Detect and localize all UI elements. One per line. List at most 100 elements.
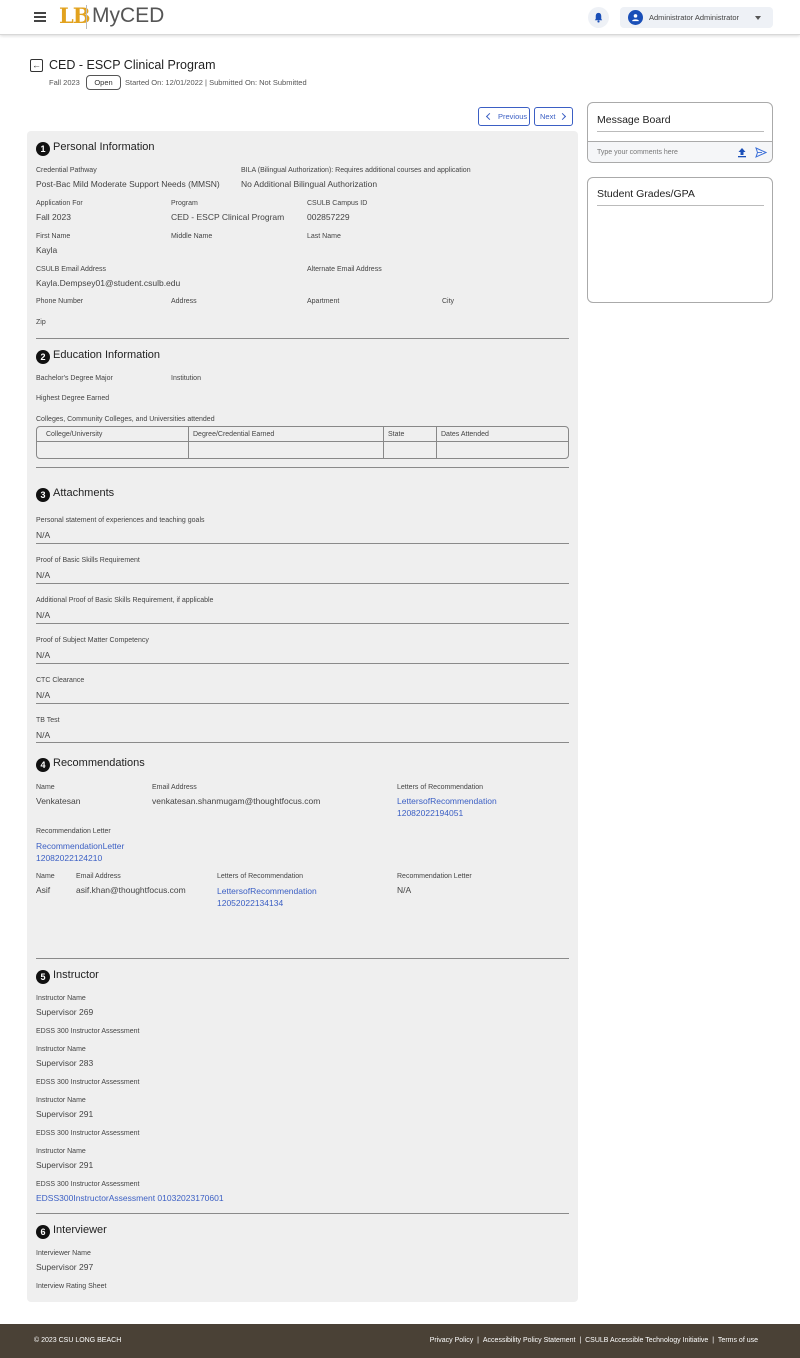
instructor-name: Supervisor 291 (36, 1160, 94, 1170)
user-menu[interactable]: Administrator Administrator (620, 7, 773, 28)
user-name: Administrator Administrator (649, 13, 740, 22)
title-underline (597, 205, 764, 206)
recommender-name: Asif (36, 885, 51, 895)
section-title: Interviewer (53, 1224, 107, 1236)
logo-divider (86, 5, 87, 29)
next-button[interactable]: Next (534, 107, 573, 126)
link-text[interactable]: RecommendationLetter (36, 841, 124, 851)
chevron-down-icon (755, 16, 761, 20)
middle-name-label: Middle Name (171, 233, 213, 240)
notification-bell-icon[interactable] (588, 7, 609, 28)
previous-button[interactable]: Previous (478, 107, 530, 126)
instructor-name-label: Instructor Name (36, 1046, 86, 1053)
attachment-label: TB Test (36, 717, 60, 724)
menu-icon[interactable] (34, 12, 46, 22)
link-text[interactable]: 12082022194051 (397, 808, 463, 818)
column-divider (436, 427, 437, 458)
attachment-value: N/A (36, 530, 51, 540)
comment-input[interactable]: Type your comments here (588, 141, 772, 162)
attachment-value: N/A (36, 570, 51, 580)
recommender-name-label: Name (36, 873, 55, 880)
degree-major-label: Bachelor's Degree Major (36, 375, 113, 382)
field-divider (36, 623, 569, 624)
assessment-label: EDSS 300 Instructor Assessment (36, 1028, 140, 1035)
field-divider (36, 742, 569, 743)
terms-of-use-link[interactable]: Terms of use (718, 1337, 758, 1344)
app-name[interactable]: MyCED (92, 4, 164, 28)
section-personal-information: 1 Personal Information (36, 141, 155, 156)
section-number: 2 (36, 350, 50, 364)
letters-of-recommendation-link[interactable]: LettersofRecommendation 12052022134134 (217, 885, 317, 909)
privacy-policy-link[interactable]: Privacy Policy (430, 1337, 474, 1344)
interviewer-name: Supervisor 297 (36, 1262, 94, 1272)
table-header-degree: Degree/Credential Earned (193, 431, 275, 438)
city-label: City (442, 298, 455, 305)
bila-value: No Additional Bilingual Authorization (241, 179, 378, 189)
accessible-technology-link[interactable]: CSULB Accessible Technology Initiative (585, 1337, 708, 1344)
section-title: Education Information (53, 349, 161, 361)
recommender-email-label: Email Address (76, 873, 121, 880)
recommender-email: venkatesan.shanmugam@thoughtfocus.com (152, 796, 321, 806)
section-number: 3 (36, 488, 50, 502)
comment-placeholder: Type your comments here (597, 149, 678, 156)
link-text[interactable]: 12082022124210 (36, 853, 102, 863)
upload-icon[interactable] (737, 147, 747, 158)
campus-id-value: 002857229 (307, 212, 350, 222)
attachment-label: Personal statement of experiences and te… (36, 517, 205, 524)
section-attachments: 3 Attachments (36, 487, 114, 502)
message-board-title: Message Board (597, 114, 671, 126)
rating-sheet-label: Interview Rating Sheet (36, 1283, 107, 1290)
table-header-college: College/University (46, 431, 103, 438)
assessment-link[interactable]: EDSS300InstructorAssessment 010320231706… (36, 1192, 224, 1204)
section-number: 5 (36, 970, 50, 984)
recommendation-letter-value: N/A (397, 885, 412, 895)
link-text[interactable]: LettersofRecommendation (217, 886, 317, 896)
section-number: 4 (36, 758, 50, 772)
program-value: CED - ESCP Clinical Program (171, 212, 285, 222)
institution-label: Institution (171, 375, 201, 382)
assessment-label: EDSS 300 Instructor Assessment (36, 1181, 140, 1188)
recommendation-letter-link[interactable]: RecommendationLetter 12082022124210 (36, 840, 124, 864)
letters-of-recommendation-label: Letters of Recommendation (397, 784, 483, 791)
link-text[interactable]: 12052022134134 (217, 898, 283, 908)
send-icon[interactable] (755, 147, 767, 158)
interviewer-name-label: Interviewer Name (36, 1250, 91, 1257)
accessibility-policy-link[interactable]: Accessibility Policy Statement (483, 1337, 576, 1344)
program-term: Fall 2023 (49, 78, 80, 87)
csulb-email-label: CSULB Email Address (36, 266, 107, 273)
letters-of-recommendation-link[interactable]: LettersofRecommendation 12082022194051 (397, 795, 497, 819)
first-name-value: Kayla (36, 245, 58, 255)
field-divider (36, 543, 569, 544)
attachment-label: CTC Clearance (36, 677, 85, 684)
attachment-label: Proof of Subject Matter Competency (36, 637, 149, 644)
recommendation-letter-label: Recommendation Letter (36, 828, 111, 835)
field-divider (36, 583, 569, 584)
section-divider (36, 958, 569, 959)
link-text[interactable]: LettersofRecommendation (397, 796, 497, 806)
instructor-name: Supervisor 269 (36, 1007, 94, 1017)
apartment-label: Apartment (307, 298, 340, 305)
application-for-value: Fall 2023 (36, 212, 71, 222)
page-title: CED - ESCP Clinical Program (49, 58, 216, 72)
credential-pathway-value: Post-Bac Mild Moderate Support Needs (MM… (36, 179, 220, 189)
instructor-name-label: Instructor Name (36, 1148, 86, 1155)
instructor-name: Supervisor 283 (36, 1058, 94, 1068)
grades-title: Student Grades/GPA (597, 188, 695, 200)
phone-label: Phone Number (36, 298, 84, 305)
lb-logo[interactable]: LB (59, 3, 91, 28)
section-title: Instructor (53, 969, 99, 981)
column-divider (383, 427, 384, 458)
recommender-name-label: Name (36, 784, 55, 791)
title-underline (597, 131, 764, 132)
section-number: 6 (36, 1225, 50, 1239)
section-number: 1 (36, 142, 50, 156)
highest-degree-label: Highest Degree Earned (36, 395, 110, 402)
back-arrow-icon[interactable]: ← (30, 59, 43, 72)
table-row-divider (37, 441, 568, 442)
recommender-name: Venkatesan (36, 796, 81, 806)
assessment-label: EDSS 300 Instructor Assessment (36, 1130, 140, 1137)
footer-links: Privacy Policy | Accessibility Policy St… (429, 1337, 758, 1344)
assessment-label: EDSS 300 Instructor Assessment (36, 1079, 140, 1086)
recommender-email: asif.khan@thoughtfocus.com (76, 885, 186, 895)
last-name-label: Last Name (307, 233, 341, 240)
